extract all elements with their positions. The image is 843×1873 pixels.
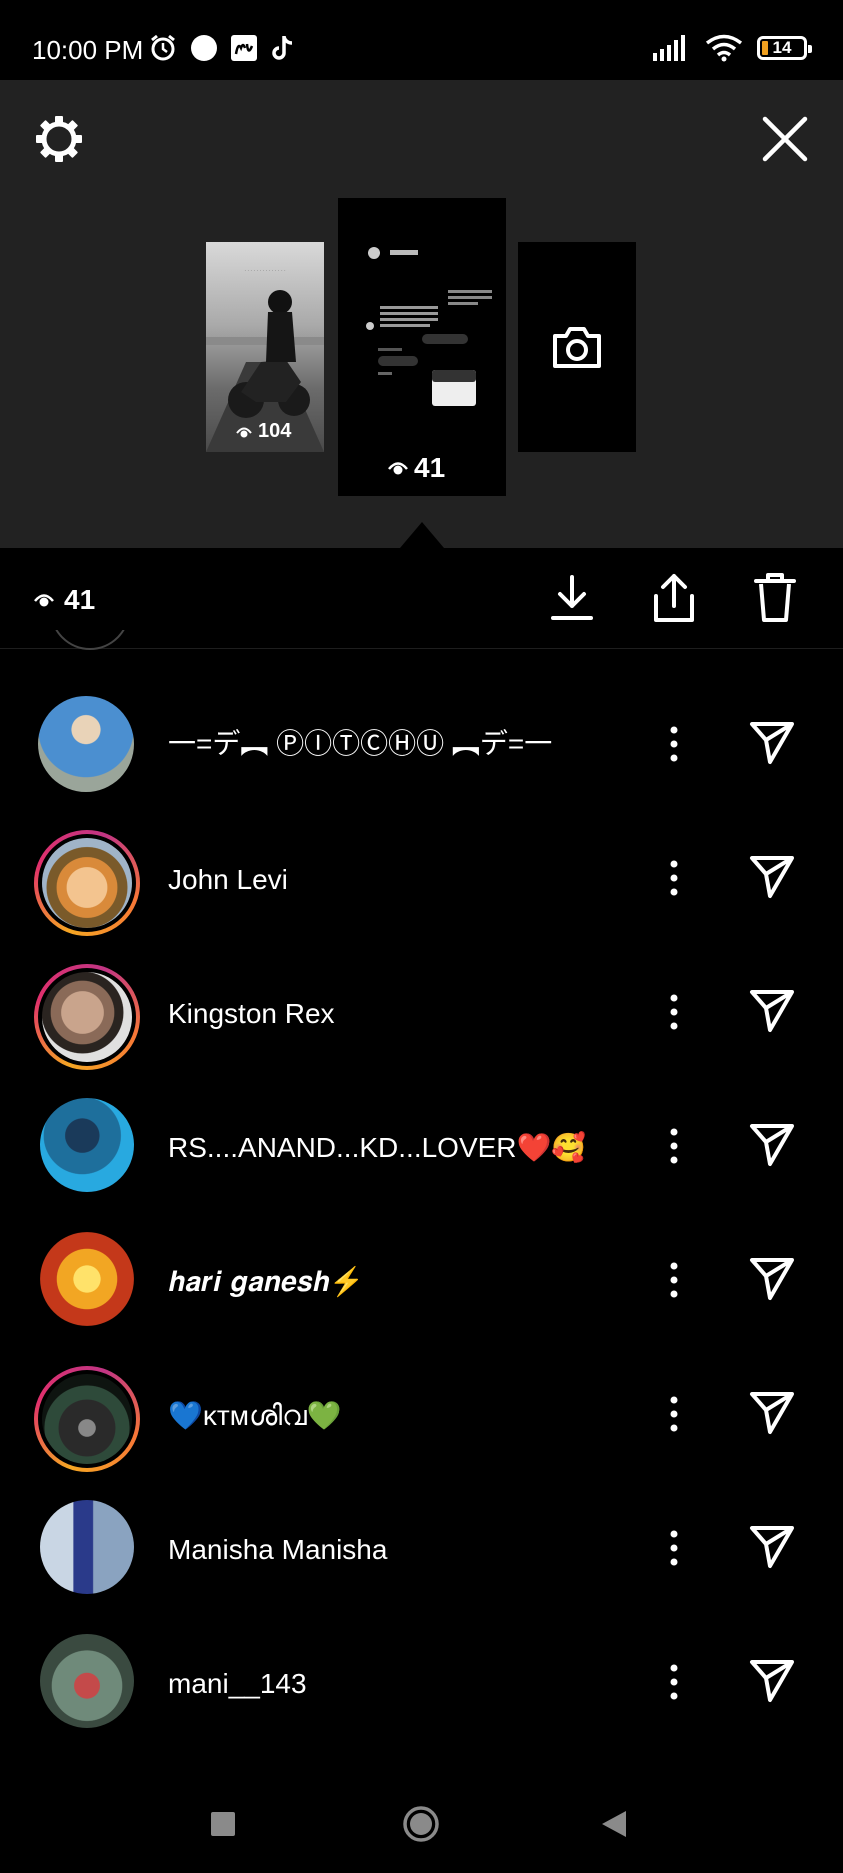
avatar[interactable] — [40, 1232, 134, 1326]
viewer-name: 一=デ︻ ⓅⒾⓉⒸⒽⓊ ︻デ=一 — [168, 728, 553, 759]
viewer-name: mani__143 — [168, 1668, 307, 1699]
viewer-row[interactable]: mani__143 — [0, 1588, 843, 1728]
close-icon[interactable] — [762, 116, 808, 162]
viewer-row[interactable]: 一=デ︻ ⓅⒾⓉⒸⒽⓊ ︻デ=一 — [0, 650, 843, 792]
status-time: 10:00 PM — [32, 35, 144, 65]
gear-icon[interactable] — [34, 114, 84, 164]
status-icons-right: 14 — [653, 34, 812, 62]
views-summary: 41 — [34, 584, 95, 616]
more-options-icon[interactable] — [662, 1260, 686, 1300]
viewer-row[interactable]: John Levi — [0, 784, 843, 936]
viewer-row[interactable]: RS....ANAND...KD...LOVER❤️🥰 — [0, 1052, 843, 1192]
tiktok-icon — [272, 36, 293, 60]
more-options-icon[interactable] — [662, 1528, 686, 1568]
eye-icon — [34, 594, 54, 607]
send-message-icon[interactable] — [748, 1122, 796, 1168]
views-summary-count: 41 — [64, 584, 96, 615]
eye-icon — [236, 427, 252, 437]
send-message-icon[interactable] — [748, 1524, 796, 1570]
story-views-count: 41 — [414, 452, 446, 483]
share-icon[interactable] — [652, 572, 696, 624]
send-message-icon[interactable] — [748, 1390, 796, 1436]
more-options-icon[interactable] — [662, 1662, 686, 1702]
eye-icon — [388, 462, 408, 475]
delete-icon[interactable] — [754, 572, 796, 624]
add-story-camera[interactable] — [518, 242, 636, 452]
avatar-partial — [50, 630, 130, 654]
viewer-name: Manisha Manisha — [168, 1534, 388, 1565]
send-message-icon[interactable] — [748, 1658, 796, 1704]
avatar[interactable] — [40, 1098, 134, 1192]
story-thumbnail[interactable]: · · · · · · · · · · · · · · 104 — [206, 242, 324, 452]
battery-icon: 14 — [757, 36, 812, 60]
more-options-icon[interactable] — [662, 1394, 686, 1434]
viewer-row[interactable]: Manisha Manisha — [0, 1454, 843, 1594]
alarm-icon — [151, 34, 175, 61]
status-icons-left — [148, 33, 296, 63]
viewer-name: 💙ᴋᴛᴍശിവ💚 — [168, 1400, 342, 1431]
avatar[interactable] — [38, 696, 134, 792]
more-options-icon[interactable] — [662, 1126, 686, 1166]
viewer-name: John Levi — [168, 864, 288, 895]
viewer-row[interactable]: 💙ᴋᴛᴍശിവ💚 — [0, 1320, 843, 1472]
story-views: 41 — [388, 452, 445, 484]
send-message-icon[interactable] — [748, 720, 796, 766]
selection-pointer — [400, 522, 444, 548]
viewer-name: 𝒉𝒂𝒓𝒊 𝒈𝒂𝒏𝒆𝒔𝒉⚡ — [168, 1265, 365, 1298]
home-icon[interactable] — [402, 1805, 440, 1843]
download-icon[interactable] — [550, 574, 594, 622]
story-views-count: 104 — [258, 420, 292, 442]
story-thumbnail-selected[interactable]: 41 — [338, 198, 506, 496]
camera-icon — [553, 327, 601, 368]
viewer-name: RS....ANAND...KD...LOVER❤️🥰 — [168, 1132, 587, 1163]
viewer-row[interactable]: 𝒉𝒂𝒓𝒊 𝒈𝒂𝒏𝒆𝒔𝒉⚡ — [0, 1186, 843, 1326]
story-views: 104 — [236, 420, 291, 443]
recents-icon[interactable] — [210, 1811, 236, 1837]
more-options-icon[interactable] — [662, 992, 686, 1032]
send-message-icon[interactable] — [748, 1256, 796, 1302]
viewer-name: Kingston Rex — [168, 998, 335, 1029]
more-options-icon[interactable] — [662, 858, 686, 898]
back-icon[interactable] — [600, 1809, 628, 1839]
avatar[interactable] — [40, 1634, 134, 1728]
viewer-row[interactable]: Kingston Rex — [0, 918, 843, 1070]
avatar[interactable] — [40, 1500, 134, 1594]
more-options-icon[interactable] — [662, 724, 686, 764]
send-message-icon[interactable] — [748, 854, 796, 900]
svg-text:· · · · · · · · · · · · · ·: · · · · · · · · · · · · · · — [244, 268, 286, 274]
signal-icon — [653, 35, 685, 61]
wifi-icon — [705, 34, 743, 62]
circle-icon — [191, 35, 217, 61]
send-message-icon[interactable] — [748, 988, 796, 1034]
my-app-icon — [231, 35, 257, 61]
